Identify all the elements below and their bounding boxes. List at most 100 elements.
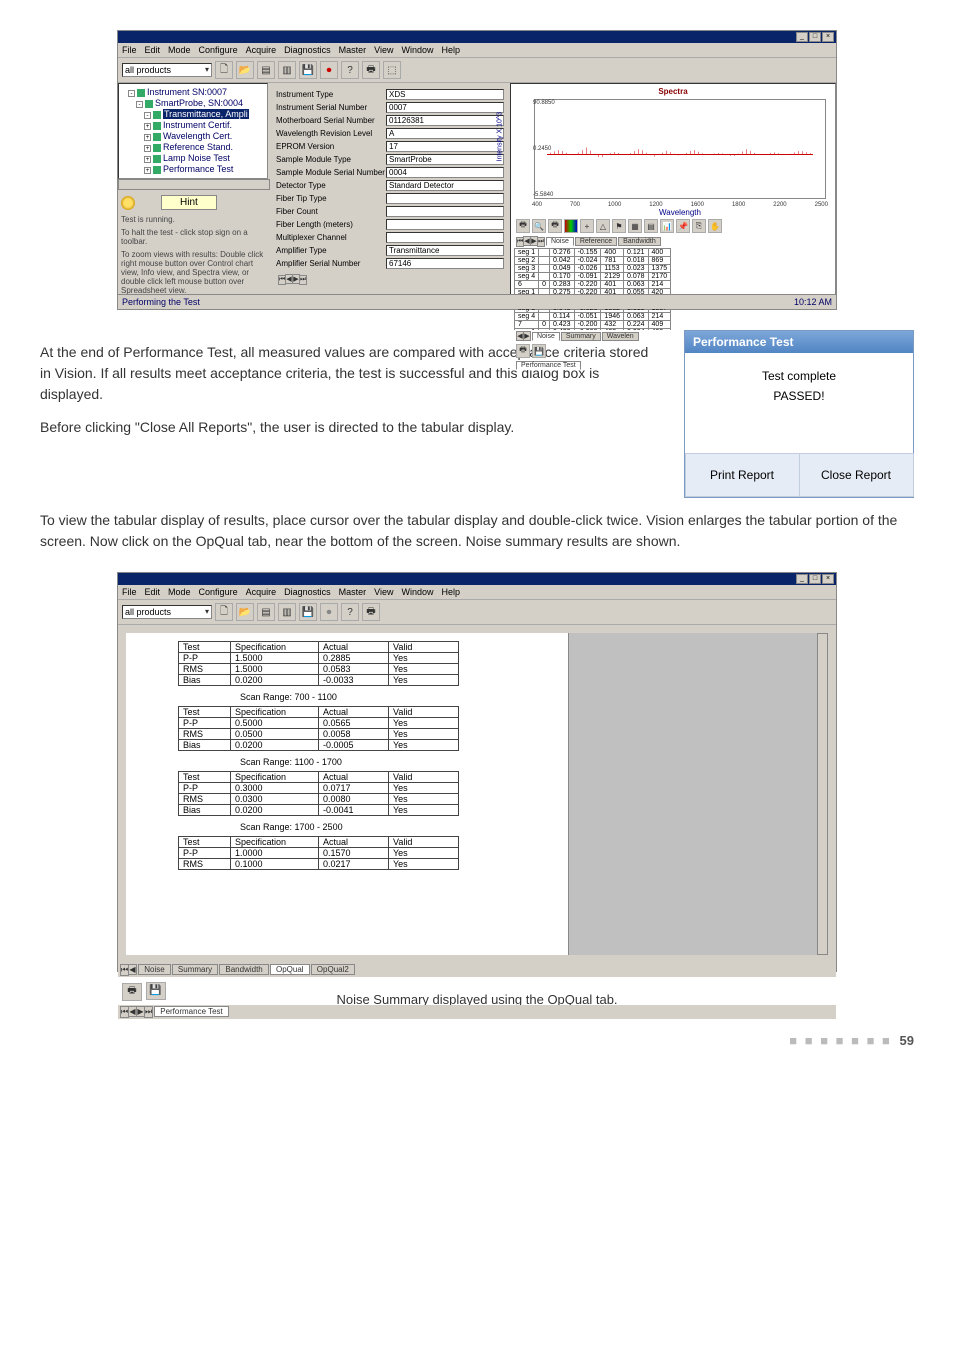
menu-view[interactable]: View xyxy=(374,45,393,55)
delta-icon[interactable]: △ xyxy=(596,219,610,233)
menu-mode[interactable]: Mode xyxy=(168,45,191,55)
new-icon[interactable]: 🗋 xyxy=(215,61,233,79)
data-cell[interactable]: 0.049 xyxy=(550,265,575,273)
data-cell[interactable]: 0.042 xyxy=(550,257,575,265)
chart-tab-last[interactable]: ⏭ xyxy=(537,237,545,247)
grid2-icon[interactable]: ▤ xyxy=(644,219,658,233)
ref-icon[interactable]: ▥ xyxy=(278,61,296,79)
data-cell[interactable]: 869 xyxy=(648,257,671,265)
print-icon[interactable]: 🖶 xyxy=(516,219,530,233)
data-cell[interactable]: 400 xyxy=(601,249,624,257)
mux-channel-input[interactable] xyxy=(386,232,504,243)
data-cell[interactable] xyxy=(539,313,550,321)
list-icon[interactable]: ▤ xyxy=(257,603,275,621)
results-table[interactable]: TestSpecificationActualValidP-P1.50000.2… xyxy=(178,641,459,686)
hand-icon[interactable]: ✋ xyxy=(708,219,722,233)
data-cell[interactable]: 214 xyxy=(648,281,671,289)
print-report-button[interactable]: Print Report xyxy=(685,453,800,497)
menu-acquire[interactable]: Acquire xyxy=(246,587,277,597)
data-cell[interactable]: -0.200 xyxy=(574,329,601,331)
data-cell[interactable]: 409 xyxy=(648,321,671,329)
menu-window[interactable]: Window xyxy=(402,45,434,55)
data-cell[interactable]: seg 1 xyxy=(515,329,539,331)
menu-window[interactable]: Window xyxy=(402,587,434,597)
noise-summary-report[interactable]: TestSpecificationActualValidP-P1.50000.2… xyxy=(126,633,828,955)
data-cell[interactable]: 6 xyxy=(515,281,539,289)
data-cell[interactable]: 781 xyxy=(601,257,624,265)
data-cell[interactable]: 401 xyxy=(601,281,624,289)
menu-configure[interactable]: Configure xyxy=(199,45,238,55)
data-cell[interactable]: 1153 xyxy=(601,265,624,273)
tab-bandwidth[interactable]: Bandwidth xyxy=(219,964,268,975)
amplifier-sn-input[interactable]: 67146 xyxy=(386,258,504,269)
save2-icon[interactable]: 💾 xyxy=(532,344,546,358)
printer2-icon[interactable]: 🖶 xyxy=(548,219,562,233)
tab-reference[interactable]: Reference xyxy=(575,237,617,246)
data-cell[interactable]: seg 4 xyxy=(515,273,539,281)
data-cell[interactable]: -0.155 xyxy=(574,249,601,257)
motherboard-sn-input[interactable]: 01126381 xyxy=(386,115,504,126)
tab-opqual2[interactable]: OpQual2 xyxy=(311,964,355,975)
data-cell[interactable]: seg 1 xyxy=(515,249,539,257)
rtab-prev[interactable]: ◀ xyxy=(128,964,137,975)
flag-icon[interactable]: ⚑ xyxy=(612,219,626,233)
tab-opqual[interactable]: OpQual xyxy=(270,964,310,975)
data-cell[interactable]: 0.423 xyxy=(550,329,575,331)
menu-configure[interactable]: Configure xyxy=(199,587,238,597)
data-cell[interactable] xyxy=(539,257,550,265)
grid-icon[interactable]: ▦ xyxy=(628,219,642,233)
data-table[interactable]: seg 10.276-0.1554000.121400seg 20.042-0.… xyxy=(514,248,832,330)
fiber-tip-input[interactable] xyxy=(386,193,504,204)
tab-noise[interactable]: Noise xyxy=(546,237,574,246)
open-icon[interactable]: 📂 xyxy=(236,61,254,79)
menu-help[interactable]: Help xyxy=(442,45,461,55)
data-cell[interactable] xyxy=(539,273,550,281)
spectra-chart[interactable]: 90.8850 0.2450 -5.5840 xyxy=(534,99,826,199)
hscroll[interactable] xyxy=(118,179,270,190)
data-cell[interactable]: -0.220 xyxy=(574,281,601,289)
sample-module-sn-input[interactable]: 0004 xyxy=(386,167,504,178)
open-icon[interactable]: 📂 xyxy=(236,603,254,621)
ref-icon[interactable]: ▥ xyxy=(278,603,296,621)
menu-master[interactable]: Master xyxy=(339,45,367,55)
new-icon[interactable]: 🗋 xyxy=(215,603,233,621)
data-cell[interactable]: 0.224 xyxy=(624,329,649,331)
lower-tab-summary[interactable]: Summary xyxy=(561,332,601,341)
help-icon[interactable]: ? xyxy=(341,603,359,621)
menu-edit[interactable]: Edit xyxy=(145,587,161,597)
data-cell[interactable]: 214 xyxy=(648,313,671,321)
close-icon[interactable]: × xyxy=(822,32,834,42)
results-table[interactable]: TestSpecificationActualValidP-P0.50000.0… xyxy=(178,706,459,751)
eprom-input[interactable]: 17 xyxy=(386,141,504,152)
data-cell[interactable]: 0.170 xyxy=(550,273,575,281)
data-cell[interactable]: 0.078 xyxy=(624,273,649,281)
data-cell[interactable]: -0.026 xyxy=(574,265,601,273)
data-cell[interactable]: 0.423 xyxy=(550,321,575,329)
data-cell[interactable]: 0.018 xyxy=(624,257,649,265)
print-icon[interactable]: 🖶 xyxy=(362,603,380,621)
fiber-count-input[interactable] xyxy=(386,206,504,217)
data-cell[interactable]: 0.023 xyxy=(624,265,649,273)
close-icon[interactable]: × xyxy=(822,574,834,584)
detector-type-input[interactable]: Standard Detector xyxy=(386,180,504,191)
fiber-length-input[interactable] xyxy=(386,219,504,230)
hint-button[interactable]: Hint xyxy=(161,195,217,210)
copy2-icon[interactable]: ⎘ xyxy=(692,219,706,233)
chart-icon[interactable]: 📊 xyxy=(660,219,674,233)
data-cell[interactable] xyxy=(539,265,550,273)
wavelength-rev-input[interactable]: A xyxy=(386,128,504,139)
menu-acquire[interactable]: Acquire xyxy=(246,45,277,55)
menu-file[interactable]: File xyxy=(122,45,137,55)
sample-module-type-input[interactable]: SmartProbe xyxy=(386,154,504,165)
close-report-button[interactable]: Close Report xyxy=(799,453,914,497)
data-cell[interactable]: 0 xyxy=(539,281,550,289)
data-cell[interactable]: 0.114 xyxy=(550,313,575,321)
data-cell[interactable]: -0.091 xyxy=(574,273,601,281)
pal1-icon[interactable] xyxy=(564,219,578,233)
product-select-2[interactable]: all products xyxy=(122,605,212,619)
minimize-icon[interactable]: _ xyxy=(796,32,808,42)
data-cell[interactable]: 0.276 xyxy=(550,249,575,257)
data-cell[interactable]: seg 4 xyxy=(515,313,539,321)
push-icon[interactable]: 📌 xyxy=(676,219,690,233)
print4-icon[interactable]: 🖶 xyxy=(122,983,142,1001)
